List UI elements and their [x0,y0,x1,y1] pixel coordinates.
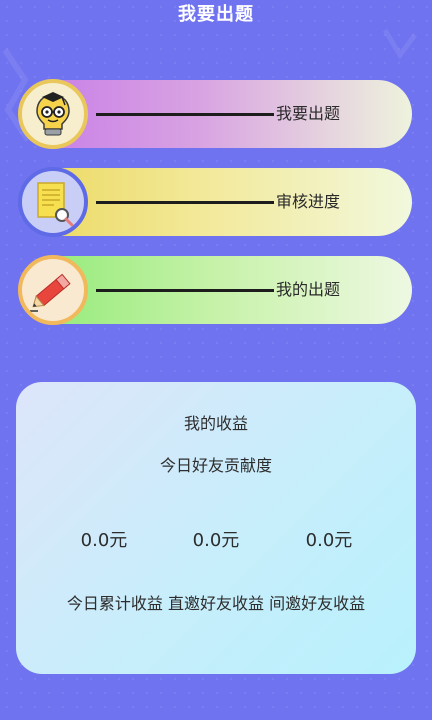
menu-item-create-question[interactable]: 我要出题 [18,79,412,149]
earnings-labels: 今日累计收益 直邀好友收益 间邀好友收益 [66,594,366,613]
page-title: 我要出题 [178,4,254,25]
divider-line [96,113,274,116]
earnings-title: 我的收益 [183,414,248,433]
background-zigzag-right [382,28,417,60]
divider-line [96,201,274,204]
menu-item-my-questions[interactable]: 我的出题 [18,255,412,325]
divider-line [96,289,274,292]
earnings-card: 我的收益 今日好友贡献度 0.0元 0.0元 0.0元 今日累计收益 直邀好友收… [16,382,416,674]
earnings-subtitle: 今日好友贡献度 [159,456,272,475]
menu-item-review-progress[interactable]: 审核进度 [18,167,412,237]
menu-item-label: 审核进度 [276,192,341,211]
pencil-icon [18,255,88,325]
menu-item-label: 我的出题 [276,280,341,299]
professor-lightbulb-icon [18,79,88,149]
direct-invite-earnings-value: 0.0元 [192,530,240,551]
menu-item-label: 我要出题 [276,104,341,123]
today-total-earnings-value: 0.0元 [80,530,128,551]
document-magnifier-icon [18,167,88,237]
indirect-invite-earnings-value: 0.0元 [305,530,353,551]
